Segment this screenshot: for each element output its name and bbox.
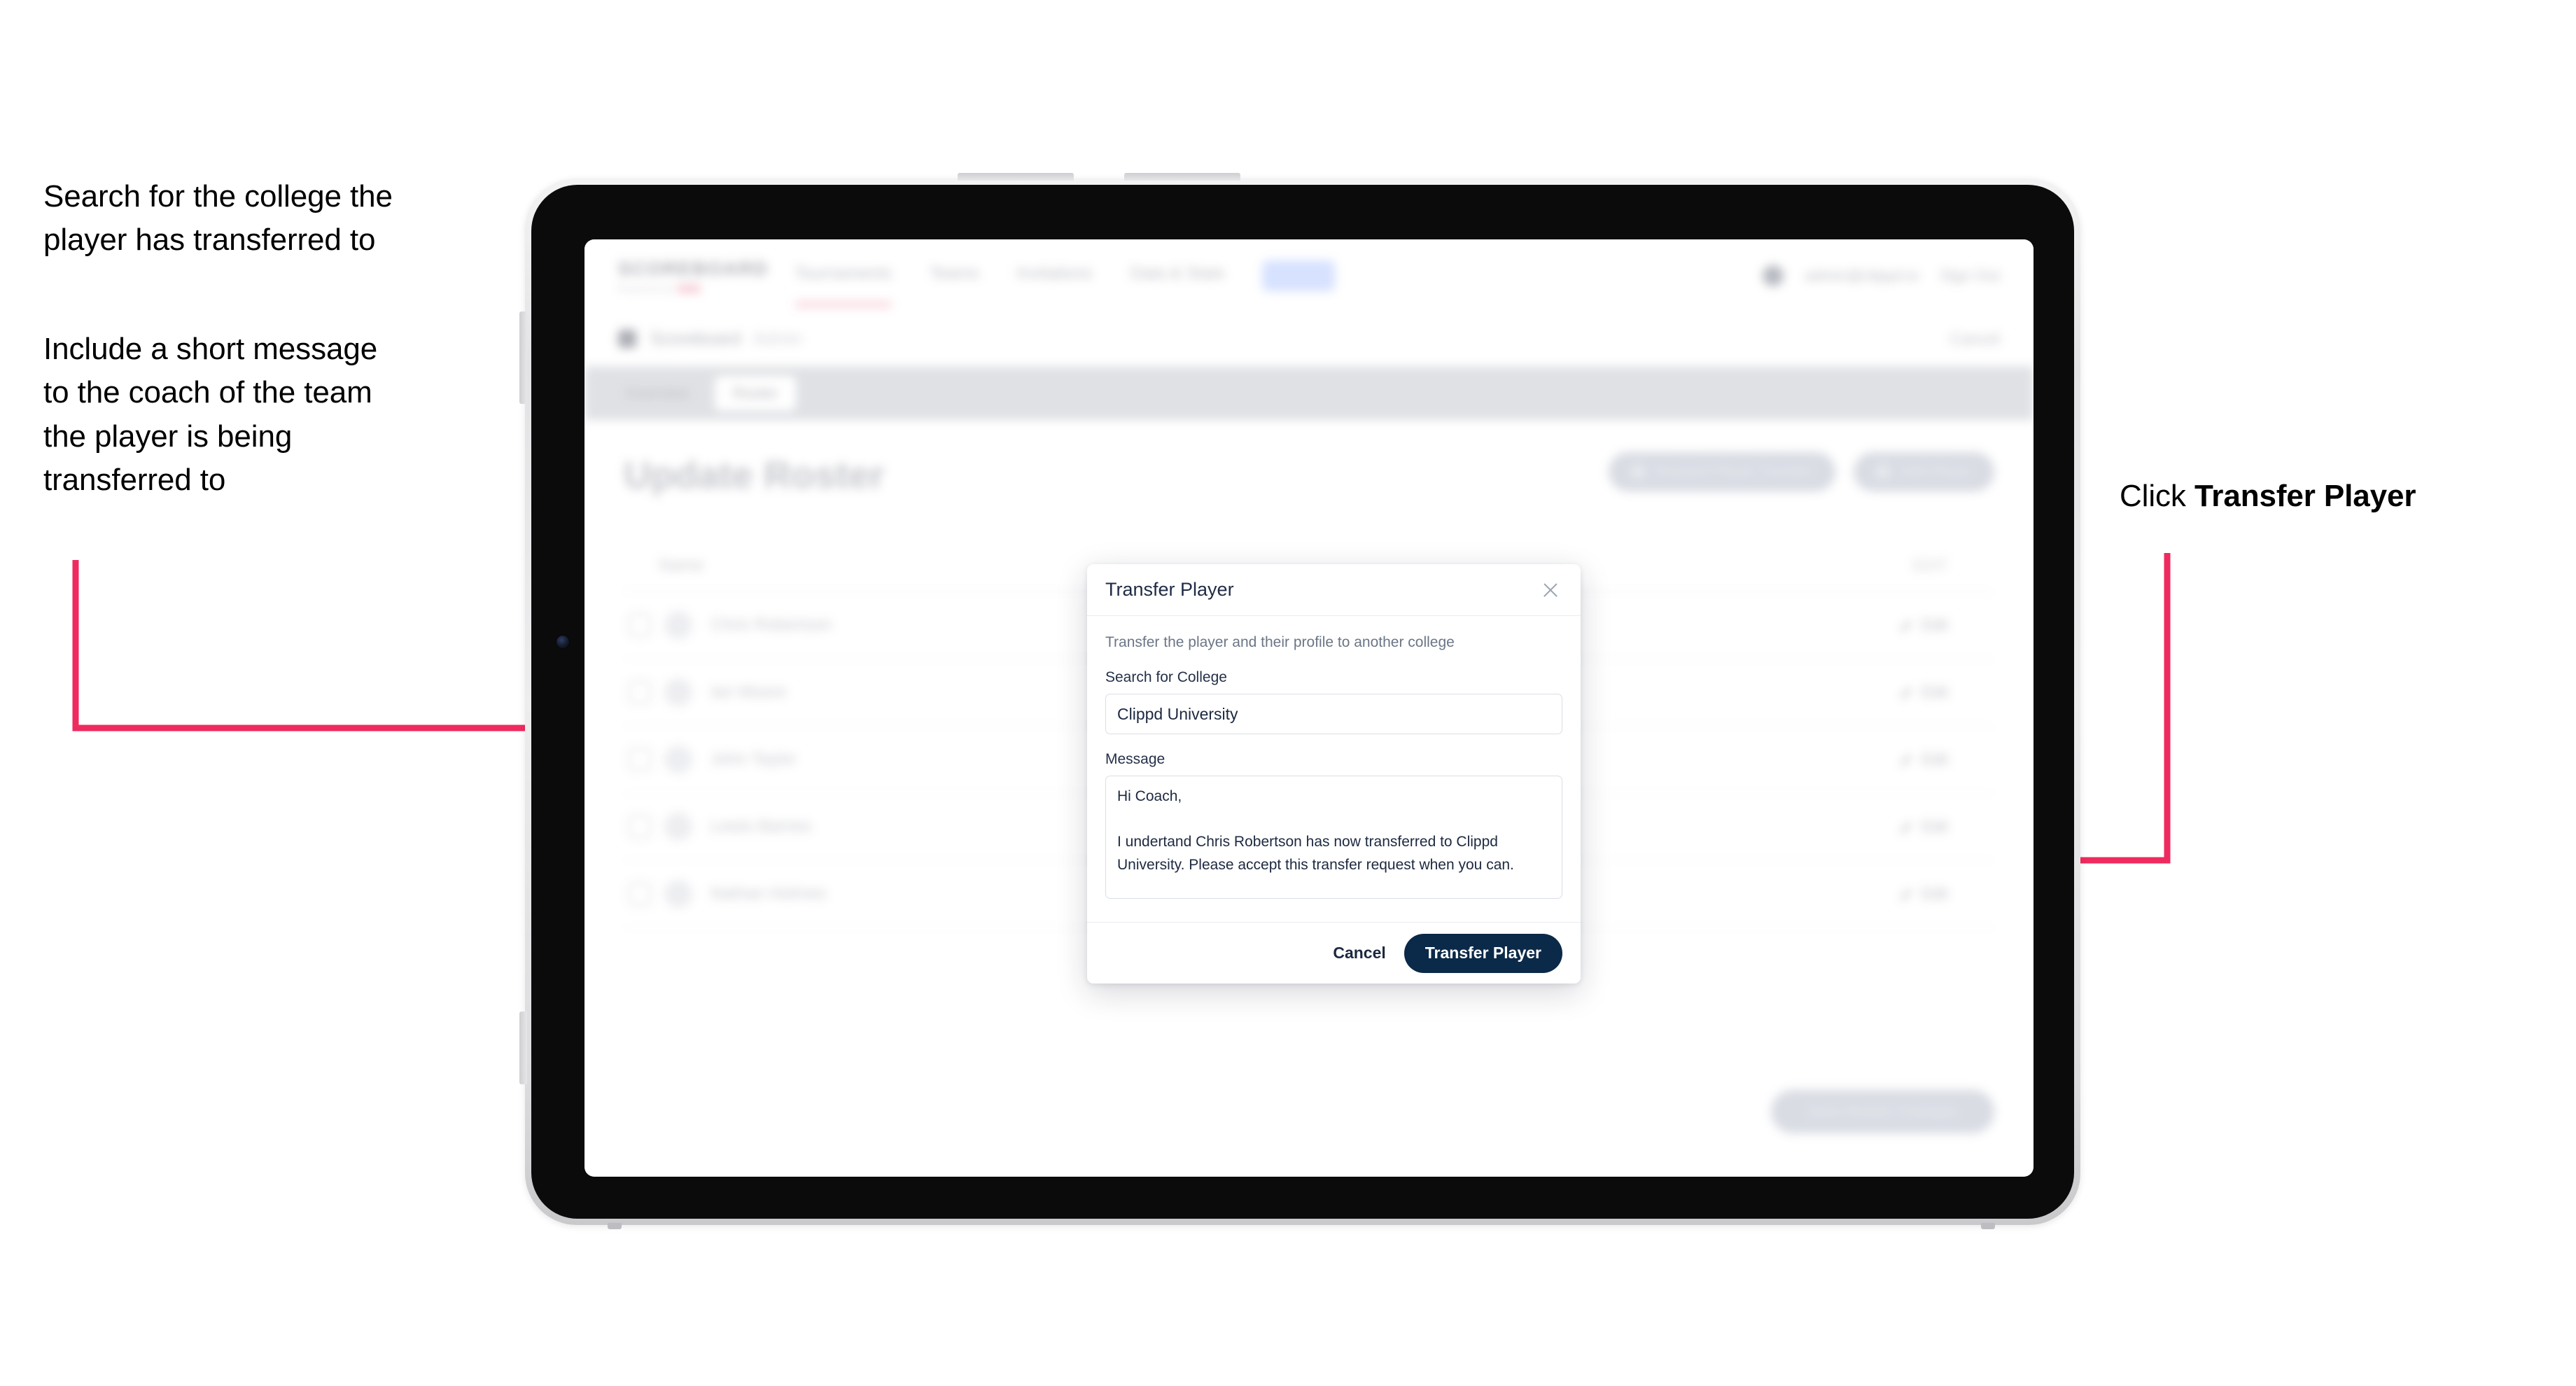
speaker-grill-right	[1981, 1223, 1995, 1229]
cancel-button[interactable]: Cancel	[1333, 944, 1385, 962]
screenshot-canvas: Search for the college the player has tr…	[0, 0, 2576, 1386]
search-college-input[interactable]	[1105, 694, 1562, 734]
dialog-footer: Cancel Transfer Player	[1087, 922, 1581, 983]
transfer-player-dialog: Transfer Player Transfer the player and …	[1087, 564, 1581, 983]
power-button[interactable]	[519, 312, 527, 404]
dialog-header: Transfer Player	[1087, 564, 1581, 616]
dialog-title: Transfer Player	[1105, 579, 1234, 600]
annotation-right-prefix: Click	[2120, 479, 2194, 513]
tablet-device: SCOREBOARD Powered by Tournaments Teams …	[519, 173, 2080, 1229]
device-screen: SCOREBOARD Powered by Tournaments Teams …	[584, 239, 2033, 1177]
college-field-label: Search for College	[1105, 669, 1227, 685]
speaker-grill-left	[608, 1223, 622, 1229]
side-connector	[519, 1011, 527, 1084]
front-camera-icon	[556, 636, 569, 648]
message-field-group: Message Hi Coach, I undertand Chris Robe…	[1105, 751, 1562, 902]
message-field-label: Message	[1105, 751, 1166, 767]
close-icon[interactable]	[1539, 578, 1562, 602]
annotation-search-college: Search for the college the player has tr…	[43, 179, 393, 258]
annotation-include-message: Include a short message to the coach of …	[43, 332, 378, 498]
dialog-body: Transfer the player and their profile to…	[1087, 616, 1581, 922]
message-textarea[interactable]: Hi Coach, I undertand Chris Robertson ha…	[1105, 776, 1562, 899]
annotation-click-transfer-player: Click Transfer Player	[2120, 475, 2540, 518]
dialog-description: Transfer the player and their profile to…	[1105, 634, 1455, 650]
volume-up-button[interactable]	[958, 173, 1074, 181]
annotation-right-emphasis: Transfer Player	[2194, 479, 2416, 513]
college-field-group: Search for College	[1105, 669, 1562, 734]
device-bezel: SCOREBOARD Powered by Tournaments Teams …	[531, 185, 2074, 1219]
transfer-player-button[interactable]: Transfer Player	[1404, 933, 1562, 973]
volume-down-button[interactable]	[1124, 173, 1240, 181]
